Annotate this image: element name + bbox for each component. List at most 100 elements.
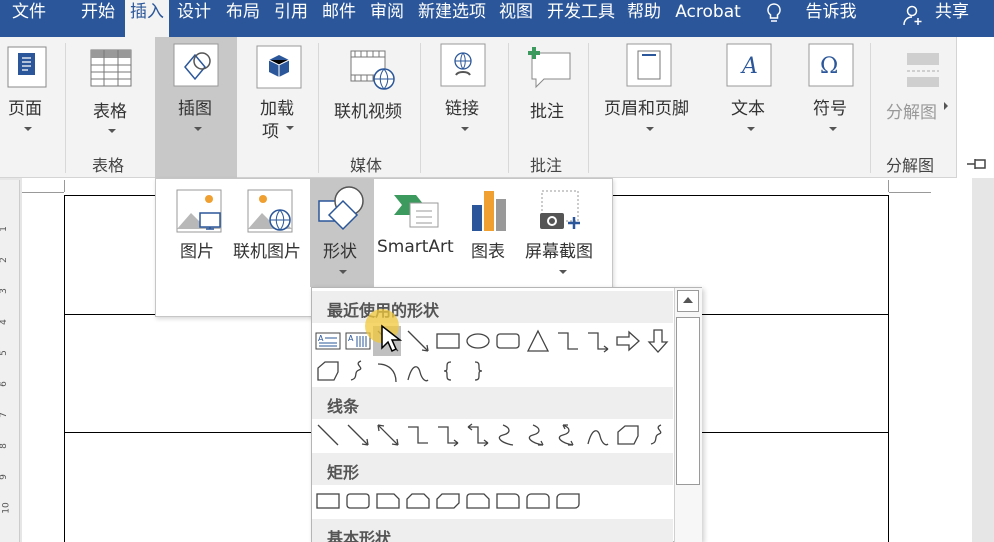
elbow-connector-shape[interactable] [555,328,581,354]
table-button[interactable]: 表格 [86,37,136,147]
page-button[interactable]: 页面 [0,37,52,147]
chevron-down-icon [646,127,654,131]
separator-button[interactable]: 分解图 [885,37,945,147]
scroll-up-button[interactable] [677,290,699,312]
freeform-shape[interactable] [315,358,341,384]
link-icon [440,43,486,87]
double-arrow-line-shape[interactable] [375,422,401,448]
text-box-shape[interactable]: A [315,328,341,354]
elbow-arrow-connector-shape[interactable] [435,422,461,448]
snip-corner-rectangle-shape[interactable] [375,488,401,514]
table-label: 表格 [93,102,127,122]
text-button[interactable]: A 文本 [724,37,774,147]
scribble-shape[interactable] [645,422,671,448]
group-separator [420,43,421,173]
text-label: 文本 [731,99,765,119]
picture-button[interactable]: 图片 [174,179,224,287]
illustrations-button[interactable]: 插图 [163,37,231,147]
menu-home[interactable]: 开始 [76,0,120,27]
screenshot-button[interactable]: 屏幕截图 [524,179,600,287]
online-video-button[interactable]: 联机视频 [332,37,410,147]
menu-view[interactable]: 视图 [494,0,538,27]
comment-button[interactable]: 批注 [522,37,574,147]
link-button[interactable]: 链接 [438,37,488,147]
comment-icon [528,47,571,89]
comment-label: 批注 [530,102,564,122]
gallery-scrollbar[interactable] [674,288,702,542]
menu-developer[interactable]: 开发工具 [542,0,620,27]
snip-diagonal-rectangle-shape[interactable] [435,488,461,514]
rectangle-shape[interactable] [435,328,461,354]
menu-review[interactable]: 审阅 [365,0,409,27]
share-button[interactable]: 共享 [930,0,974,27]
chevron-down-icon [286,126,294,130]
shapes-icon [318,186,364,231]
snip-round-rectangle-shape[interactable] [465,488,491,514]
header-footer-button[interactable]: 页眉和页脚 [600,37,700,147]
share-person-icon[interactable] [902,4,924,26]
curve-shape[interactable] [585,422,611,448]
down-arrow-shape[interactable] [645,328,671,354]
group-separator [318,43,319,173]
omega-icon: Ω [808,43,854,87]
scroll-thumb[interactable] [676,317,700,485]
chevron-right-icon[interactable] [944,102,948,110]
snip-same-side-rectangle-shape[interactable] [405,488,431,514]
illustrations-label: 插图 [178,99,212,119]
shapes-button[interactable]: 形状 [310,179,374,287]
page-label: 页面 [8,99,42,119]
arrow-line-shape[interactable] [345,422,371,448]
online-picture-button[interactable]: 联机图片 [232,179,308,287]
rounded-rectangle-shape[interactable] [345,488,371,514]
scribble-shape[interactable] [345,358,371,384]
menu-new-tab[interactable]: 新建选项 [412,0,492,27]
menu-acrobat[interactable]: Acrobat [670,0,746,27]
rounded-rectangle-shape[interactable] [495,328,521,354]
oval-shape[interactable] [465,328,491,354]
chevron-down-icon [829,127,837,131]
chevron-down-icon [108,129,116,133]
curved-double-arrow-connector-shape[interactable] [555,422,581,448]
chevron-up-icon [683,297,693,303]
curve-shape[interactable] [405,358,431,384]
smartart-icon [394,195,439,228]
tell-me-search[interactable]: 告诉我 [800,0,862,27]
elbow-connector-shape[interactable] [405,422,431,448]
menu-layout[interactable]: 布局 [221,0,265,27]
addins-button[interactable]: 加载 项 [255,37,305,147]
lightbulb-icon[interactable] [763,2,785,24]
left-brace-shape[interactable] [435,358,461,384]
svg-text:A: A [348,334,354,343]
elbow-double-arrow-connector-shape[interactable] [465,422,491,448]
curved-arrow-connector-shape[interactable] [525,422,551,448]
menu-file[interactable]: 文件 [4,0,54,27]
table-icon [90,49,132,87]
smartart-button[interactable]: SmartArt [376,179,458,287]
chart-button[interactable]: 图表 [464,179,514,287]
triangle-shape[interactable] [525,328,551,354]
line-shape[interactable] [315,422,341,448]
menu-references[interactable]: 引用 [269,0,313,27]
symbol-button[interactable]: Ω 符号 [806,37,856,147]
vertical-ruler: 1 2 3 4 5 6 7 8 9 10 [0,180,20,542]
right-brace-shape[interactable] [465,358,491,384]
curved-connector-shape[interactable] [495,422,521,448]
right-arrow-shape[interactable] [615,328,641,354]
ruler-tick-label: 4 [0,319,9,325]
freeform-shape[interactable] [615,422,641,448]
menu-insert[interactable]: 插入 [125,0,169,37]
menu-mailings[interactable]: 邮件 [317,0,361,27]
menu-help[interactable]: 帮助 [622,0,666,27]
group-label-separator: 分解图 [886,156,935,175]
arrow-line-shape[interactable] [405,328,431,354]
pin-ribbon-icon[interactable] [964,154,990,174]
rectangle-shape[interactable] [315,488,341,514]
svg-text:A: A [318,334,324,343]
round-single-corner-rectangle-shape[interactable] [495,488,521,514]
elbow-arrow-connector-shape[interactable] [585,328,611,354]
round-diagonal-rectangle-shape[interactable] [555,488,581,514]
arc-shape[interactable] [375,358,401,384]
menu-design[interactable]: 设计 [172,0,216,27]
round-same-side-rectangle-shape[interactable] [525,488,551,514]
chevron-down-icon [461,127,469,131]
